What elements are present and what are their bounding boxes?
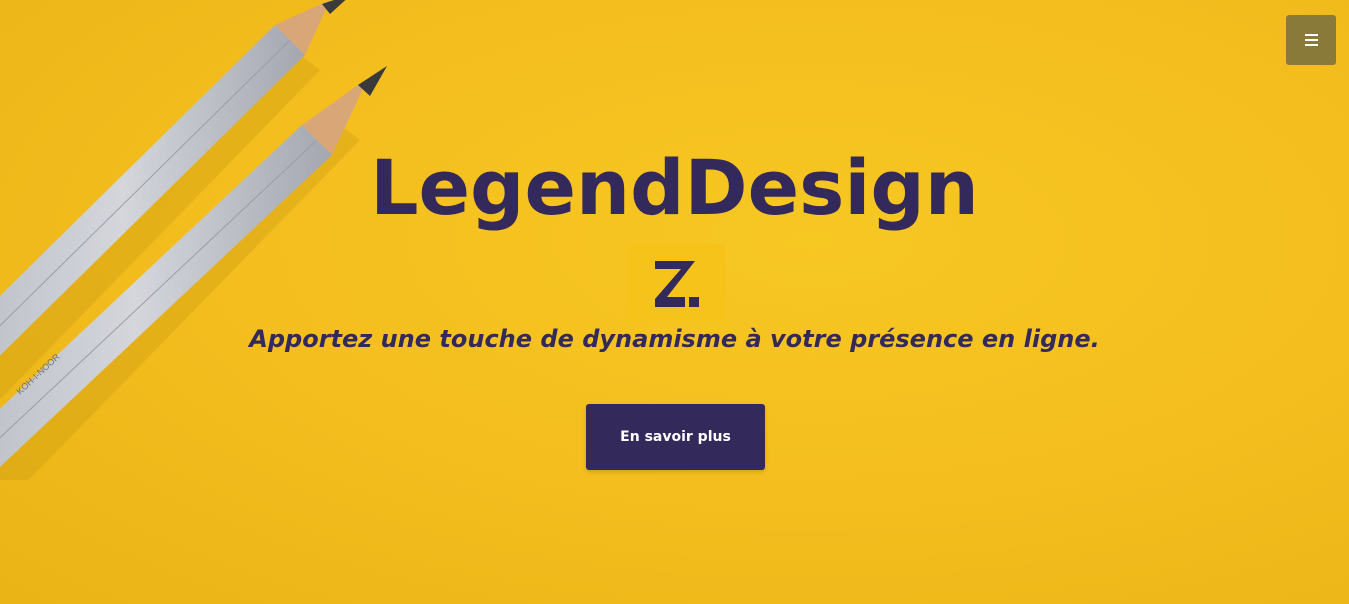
menu-button[interactable] [1286, 15, 1336, 65]
page-title: LegendDesign [370, 143, 979, 232]
tagline: Apportez une touche de dynamisme à votre… [249, 325, 1100, 353]
legenddesign-logo-icon [655, 261, 699, 307]
hero-section: KOH-I-NOOR LegendDesign Apportez une tou… [0, 0, 1349, 604]
learn-more-button[interactable]: En savoir plus [586, 404, 765, 470]
logo [626, 244, 726, 322]
pencils-image: KOH-I-NOOR [0, 0, 387, 480]
hamburger-menu-icon [1304, 34, 1318, 46]
